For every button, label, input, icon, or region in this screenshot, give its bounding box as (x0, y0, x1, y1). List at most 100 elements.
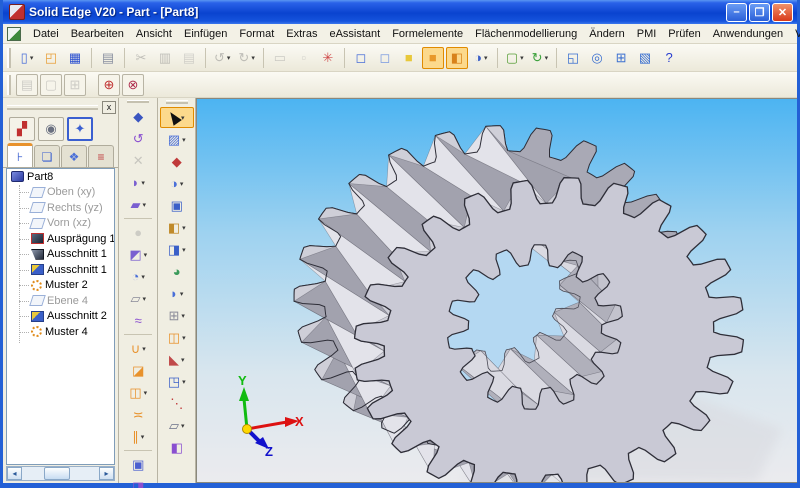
tree-item-vorn--xz-[interactable]: Vorn (xz) (7, 216, 114, 232)
draft-button[interactable]: ◣▾ (160, 349, 194, 370)
plane-button[interactable]: ▱▾ (160, 415, 194, 436)
mirror-button[interactable]: ◫▾ (160, 327, 194, 348)
dropdown-arrow-icon[interactable]: ▾ (182, 136, 186, 144)
pattern-button[interactable]: ⊞▾ (160, 305, 194, 326)
pan-button[interactable]: ▧ (634, 47, 656, 69)
tree-item-ausschnitt-2[interactable]: Ausschnitt 2 (7, 309, 114, 325)
project-curve-button[interactable]: ∥▾ (121, 426, 155, 447)
zoom-button[interactable]: ◎ (586, 47, 608, 69)
dropdown-arrow-icon[interactable]: ▾ (181, 422, 185, 430)
part-copy-button[interactable]: ▣ (121, 454, 155, 475)
new-document-button[interactable]: ▯▾ (16, 47, 38, 69)
toolbar-grip[interactable] (127, 100, 149, 103)
sensors-button[interactable]: ◉ (38, 117, 64, 141)
menu-item-flchenmodellierung[interactable]: Flächenmodellierung (469, 26, 583, 42)
protrusion-button[interactable]: ◆ (160, 151, 194, 172)
dropdown-arrow-icon[interactable]: ▾ (181, 312, 185, 320)
curved-surface-button[interactable]: ◗▾ (160, 283, 194, 304)
step-button[interactable]: ◳▾ (160, 371, 194, 392)
dropdown-arrow-icon[interactable]: ▾ (141, 179, 145, 187)
tree-hscrollbar[interactable]: ◂ ▸ (6, 466, 115, 481)
fit-button[interactable]: ⊞ (610, 47, 632, 69)
dropdown-arrow-icon[interactable]: ▾ (181, 356, 185, 364)
tree-item-ausschnitt-1[interactable]: Ausschnitt 1 (7, 247, 114, 263)
model-viewport[interactable]: XYZ (196, 98, 797, 483)
view-orientation-button[interactable]: ◑▾ (470, 47, 492, 69)
scroll-right-icon[interactable]: ▸ (99, 467, 114, 480)
hidden-edge-view-button[interactable]: ◻ (374, 47, 396, 69)
shaded-edges-view-button[interactable]: ◧ (446, 47, 468, 69)
sketch-button[interactable]: ▨▾ (160, 129, 194, 150)
bluesurf-button[interactable]: ◆ (121, 106, 155, 127)
dropdown-arrow-icon[interactable]: ▾ (545, 54, 549, 62)
menu-item-ansicht[interactable]: Ansicht (130, 26, 178, 42)
menu-item-formelemente[interactable]: Formelemente (386, 26, 469, 42)
panel-grip[interactable] (7, 105, 98, 110)
dropdown-arrow-icon[interactable]: ▾ (182, 246, 186, 254)
tree-item-ebene-4[interactable]: Ebene 4 (7, 293, 114, 309)
dropdown-arrow-icon[interactable]: ▾ (227, 54, 231, 62)
rotate-view-button[interactable]: ↻▾ (529, 47, 551, 69)
rib-button[interactable]: ◧▾ (160, 217, 194, 238)
dome-button[interactable]: ◕ (160, 261, 194, 282)
contour-surface-button[interactable]: ≈ (121, 310, 155, 331)
dropdown-arrow-icon[interactable]: ▾ (520, 54, 524, 62)
solid-view-button[interactable]: ■ (398, 47, 420, 69)
eassistant-transfer-button[interactable]: ⊗ (122, 74, 144, 96)
tab-layers[interactable]: ❏ (34, 145, 60, 167)
tree-item-rechts--yz-[interactable]: Rechts (yz) (7, 200, 114, 216)
select-tool-button[interactable]: ▾ (160, 107, 194, 128)
tree-item-muster-2[interactable]: Muster 2 (7, 278, 114, 294)
dropdown-arrow-icon[interactable]: ▾ (182, 378, 186, 386)
menu-item-bearbeiten[interactable]: Bearbeiten (65, 26, 130, 42)
menu-item-extras[interactable]: Extras (280, 26, 323, 42)
scroll-left-icon[interactable]: ◂ (7, 467, 22, 480)
dropdown-arrow-icon[interactable]: ▾ (251, 54, 255, 62)
tree-item-muster-4[interactable]: Muster 4 (7, 324, 114, 340)
toolbar-grip[interactable] (7, 48, 11, 68)
open-button[interactable]: ◰ (40, 47, 62, 69)
dropdown-arrow-icon[interactable]: ▾ (182, 224, 186, 232)
derived-curve-button[interactable]: ◪ (121, 360, 155, 381)
cross-section-button[interactable]: ≍ (121, 404, 155, 425)
save-button[interactable]: ▦ (64, 47, 86, 69)
dropdown-arrow-icon[interactable]: ▾ (181, 114, 185, 122)
dropdown-arrow-icon[interactable]: ▾ (141, 273, 145, 281)
dropdown-arrow-icon[interactable]: ▾ (142, 201, 146, 209)
toolbar-grip[interactable] (7, 75, 11, 95)
bounded-surface-button[interactable]: ▰▾ (121, 194, 155, 215)
print-button[interactable]: ▤ (97, 47, 119, 69)
point-curve-button[interactable]: ⋱ (160, 393, 194, 414)
zoom-area-button[interactable]: ◱ (562, 47, 584, 69)
tab-feature-pathfinder[interactable]: ⊦ (7, 143, 33, 167)
menu-item-einfgen[interactable]: Einfügen (178, 26, 233, 42)
menu-item-eassistant[interactable]: eAssistant (323, 26, 386, 42)
keypoint-curve-button[interactable]: ∪▾ (121, 338, 155, 359)
dropdown-arrow-icon[interactable]: ▾ (144, 251, 148, 259)
menu-item-prfen[interactable]: Prüfen (662, 26, 706, 42)
gear-model-canvas[interactable]: XYZ (197, 99, 797, 482)
dropdown-arrow-icon[interactable]: ▾ (142, 295, 146, 303)
wireframe-view-button[interactable]: ◻ (350, 47, 372, 69)
intersect-surface-button[interactable]: ▱▾ (121, 288, 155, 309)
dropdown-arrow-icon[interactable]: ▾ (180, 180, 184, 188)
dropdown-arrow-icon[interactable]: ▾ (180, 290, 184, 298)
panel-close-icon[interactable]: x (102, 101, 116, 114)
shaded-view-button[interactable]: ■ (422, 47, 444, 69)
scroll-thumb[interactable] (44, 467, 70, 480)
tab-feature-library[interactable]: ❖ (61, 145, 87, 167)
dropdown-arrow-icon[interactable]: ▾ (182, 334, 186, 342)
document-icon[interactable] (7, 27, 21, 41)
settings-gear-button[interactable]: ✦ (67, 117, 93, 141)
split-surface-button[interactable]: ◫▾ (121, 382, 155, 403)
dropdown-arrow-icon[interactable]: ▾ (142, 345, 146, 353)
tree-item-part8[interactable]: Part8 (7, 169, 114, 185)
dropdown-arrow-icon[interactable]: ▾ (484, 54, 488, 62)
maximize-button[interactable]: ❐ (749, 3, 770, 22)
tree-item-ausschnitt-1[interactable]: Ausschnitt 1 (7, 262, 114, 278)
variables-button[interactable]: ✳ (317, 47, 339, 69)
dropdown-arrow-icon[interactable]: ▾ (144, 389, 148, 397)
curve-swirl-button[interactable]: ↺ (121, 128, 155, 149)
dropdown-arrow-icon[interactable]: ▾ (141, 433, 145, 441)
extend-surface-button[interactable]: ◩▾ (121, 244, 155, 265)
